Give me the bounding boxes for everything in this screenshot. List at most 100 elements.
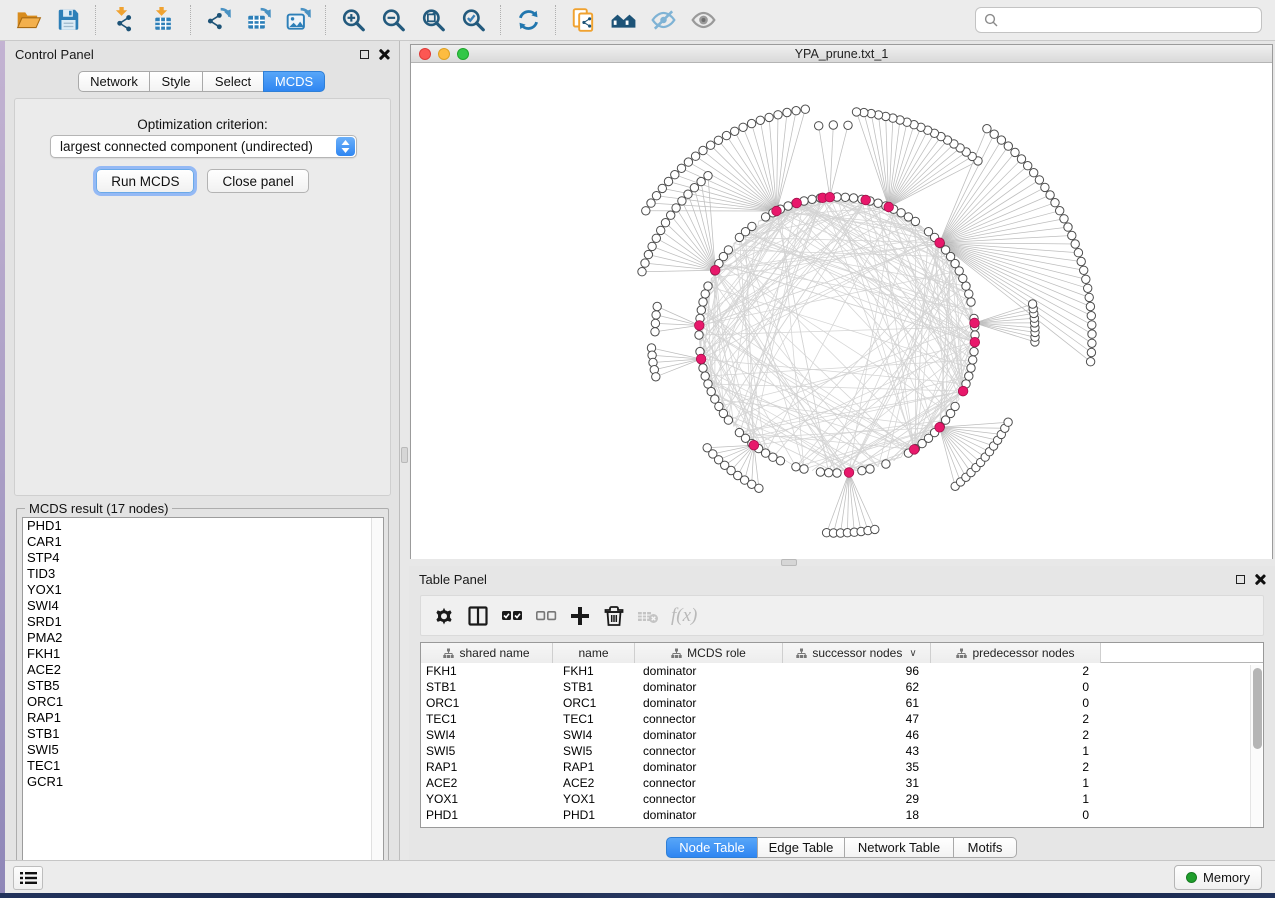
close-panel-icon[interactable] (1254, 574, 1265, 585)
tab-network[interactable]: Network (78, 71, 150, 92)
table-scrollbar-track[interactable] (1250, 665, 1262, 827)
export-table-button[interactable] (241, 4, 275, 36)
open-button[interactable] (11, 4, 45, 36)
table-row[interactable]: PHD1PHD1dominator180 (421, 807, 1263, 823)
delete-table-button[interactable] (633, 601, 663, 631)
table-scrollbar-thumb[interactable] (1253, 668, 1262, 749)
float-panel-icon[interactable] (360, 50, 369, 59)
column-header-name[interactable]: name (553, 643, 635, 663)
export-image-icon (285, 7, 312, 33)
table-row[interactable]: STB1STB1dominator620 (421, 679, 1263, 695)
zoom-fit-button[interactable] (416, 4, 450, 36)
mcds-result-item[interactable]: SWI4 (23, 598, 383, 614)
create-column-button[interactable] (565, 601, 595, 631)
mcds-result-item[interactable]: PMA2 (23, 630, 383, 646)
close-panel-icon[interactable] (378, 49, 389, 60)
zoom-selected-button[interactable] (456, 4, 490, 36)
mcds-result-item[interactable]: ACE2 (23, 662, 383, 678)
refresh-button[interactable] (511, 4, 545, 36)
mcds-result-item[interactable]: SRD1 (23, 614, 383, 630)
mcds-result-item[interactable]: TEC1 (23, 758, 383, 774)
show-columns-button[interactable] (463, 601, 493, 631)
network-graph[interactable] (411, 63, 1272, 559)
table-row[interactable]: RAP1RAP1dominator352 (421, 759, 1263, 775)
splitter-grip[interactable] (781, 559, 797, 566)
table-row[interactable]: ORC1ORC1dominator610 (421, 695, 1263, 711)
select-all-button[interactable] (497, 601, 527, 631)
tab-motifs[interactable]: Motifs (953, 837, 1017, 858)
tab-mcds[interactable]: MCDS (263, 71, 325, 92)
column-namespace-icon (796, 648, 807, 659)
zoom-in-button[interactable] (336, 4, 370, 36)
zoom-out-button[interactable] (376, 4, 410, 36)
memory-button[interactable]: Memory (1174, 865, 1262, 890)
first-neighbors-button[interactable] (606, 4, 640, 36)
mcds-result-item[interactable]: YOX1 (23, 582, 383, 598)
table-cell: dominator (643, 663, 763, 679)
vertical-splitter[interactable] (400, 41, 409, 860)
node-table[interactable]: shared namenameMCDS rolesuccessor nodes∨… (420, 642, 1264, 828)
list-scrollbar-track[interactable] (371, 518, 383, 873)
table-row[interactable]: SWI4SWI4dominator462 (421, 727, 1263, 743)
table-row[interactable]: YOX1YOX1connector291 (421, 791, 1263, 807)
delete-column-button[interactable] (599, 601, 629, 631)
run-mcds-button[interactable]: Run MCDS (96, 169, 194, 193)
task-history-button[interactable] (13, 866, 43, 890)
function-builder-button[interactable]: f(x) (671, 605, 697, 627)
mcds-result-item[interactable]: TID3 (23, 566, 383, 582)
table-row[interactable]: SWI5SWI5connector431 (421, 743, 1263, 759)
mcds-result-item[interactable]: FKH1 (23, 646, 383, 662)
tab-style[interactable]: Style (149, 71, 203, 92)
mcds-result-item[interactable]: STB5 (23, 678, 383, 694)
splitter-grip[interactable] (401, 447, 408, 463)
mcds-result-item[interactable]: PHD1 (23, 518, 383, 534)
column-header-shared-name[interactable]: shared name (421, 643, 553, 663)
table-cell: RAP1 (563, 759, 633, 775)
hide-selected-button[interactable] (646, 4, 680, 36)
export-image-button[interactable] (281, 4, 315, 36)
tab-node-table[interactable]: Node Table (666, 837, 758, 858)
mcds-result-item[interactable]: CAR1 (23, 534, 383, 550)
export-network-button[interactable] (201, 4, 235, 36)
mcds-result-item[interactable]: ORC1 (23, 694, 383, 710)
search-box[interactable] (975, 7, 1262, 33)
column-settings-button[interactable] (429, 601, 459, 631)
deselect-all-button[interactable] (531, 601, 561, 631)
mcds-result-list[interactable]: PHD1CAR1STP4TID3YOX1SWI4SRD1PMA2FKH1ACE2… (22, 517, 384, 874)
mcds-result-item[interactable]: SWI5 (23, 742, 383, 758)
column-header-successor-nodes[interactable]: successor nodes∨ (783, 643, 931, 663)
table-cell: RAP1 (426, 759, 546, 775)
mcds-result-item[interactable]: GCR1 (23, 774, 383, 790)
table-row[interactable]: FKH1FKH1dominator962 (421, 663, 1263, 679)
import-table-button[interactable] (146, 4, 180, 36)
tab-edge-table[interactable]: Edge Table (757, 837, 845, 858)
table-row[interactable]: TEC1TEC1connector472 (421, 711, 1263, 727)
table-cell: 0 (931, 695, 1089, 711)
duplicate-network-button[interactable] (566, 4, 600, 36)
column-header-MCDS-role[interactable]: MCDS role (635, 643, 783, 663)
column-namespace-icon (443, 648, 454, 659)
show-all-button[interactable] (686, 4, 720, 36)
save-button[interactable] (51, 4, 85, 36)
network-view-canvas[interactable] (411, 63, 1272, 559)
control-panel-tabs: NetworkStyleSelectMCDS (5, 71, 399, 92)
table-cell: 1 (931, 743, 1089, 759)
tab-select[interactable]: Select (202, 71, 264, 92)
import-network-button[interactable] (106, 4, 140, 36)
table-cell: 47 (783, 711, 919, 727)
horizontal-splitter[interactable] (409, 559, 1275, 566)
mcds-result-item[interactable]: STP4 (23, 550, 383, 566)
table-panel: Table Panel f(x) shared namenameMCDS rol… (409, 566, 1275, 860)
table-cell: 2 (931, 711, 1089, 727)
float-panel-icon[interactable] (1236, 575, 1245, 584)
network-window-titlebar[interactable]: YPA_prune.txt_1 (411, 45, 1272, 63)
mcds-result-item[interactable]: RAP1 (23, 710, 383, 726)
save-icon (55, 7, 82, 33)
search-input[interactable] (1004, 13, 1261, 28)
column-header-predecessor-nodes[interactable]: predecessor nodes (931, 643, 1101, 663)
table-row[interactable]: ACE2ACE2connector311 (421, 775, 1263, 791)
criterion-dropdown[interactable]: largest connected component (undirected) (50, 135, 357, 158)
close-panel-button[interactable]: Close panel (207, 169, 308, 193)
mcds-result-item[interactable]: STB1 (23, 726, 383, 742)
tab-network-table[interactable]: Network Table (844, 837, 954, 858)
